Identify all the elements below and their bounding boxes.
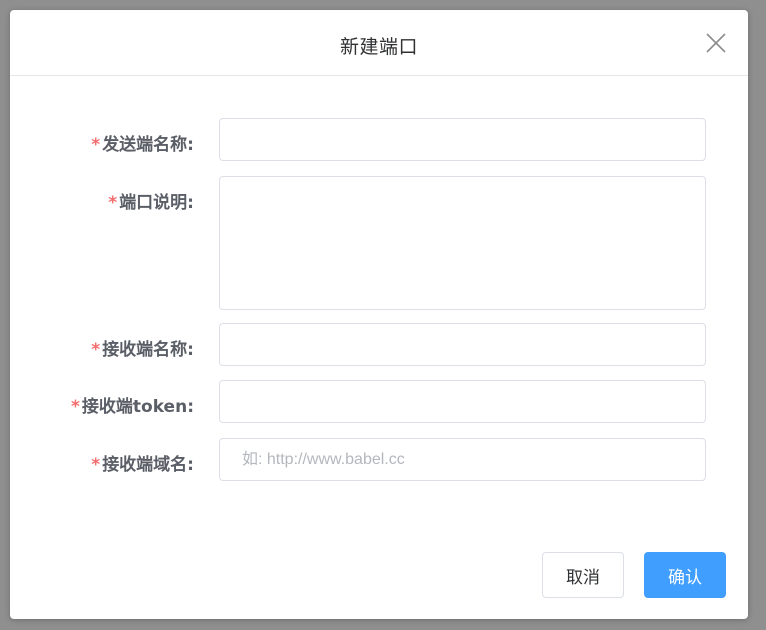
required-mark: * [108,193,118,213]
receiver-name-input[interactable] [219,323,706,366]
confirm-button[interactable]: 确认 [644,552,726,598]
sender-name-input[interactable] [219,118,706,161]
required-mark: * [91,340,101,360]
sender-name-label: * 发送端名称: [91,135,194,155]
required-mark: * [71,397,80,417]
dialog-header: 新建端口 [10,10,748,76]
close-button[interactable] [705,32,727,54]
port-description-textarea[interactable] [219,176,706,310]
receiver-name-label: * 接收端名称: [91,340,194,360]
port-description-label: * 端口说明: [108,193,194,213]
close-icon [706,33,726,53]
required-mark: * [91,135,101,155]
dialog-footer: 取消 确认 [542,552,726,598]
required-mark: * [91,455,101,475]
new-port-dialog: 新建端口 * 发送端名称: * 端口说明: * 接收端名称: * 接收端token [10,10,748,619]
cancel-button[interactable]: 取消 [542,552,624,598]
receiver-domain-input[interactable] [219,438,706,481]
receiver-domain-label: * 接收端域名: [91,455,194,475]
receiver-token-input[interactable] [219,380,706,423]
receiver-token-label: * 接收端token: [71,397,194,417]
dialog-title: 新建端口 [339,36,418,58]
modal-overlay: 新建端口 * 发送端名称: * 端口说明: * 接收端名称: * 接收端token [0,0,766,630]
